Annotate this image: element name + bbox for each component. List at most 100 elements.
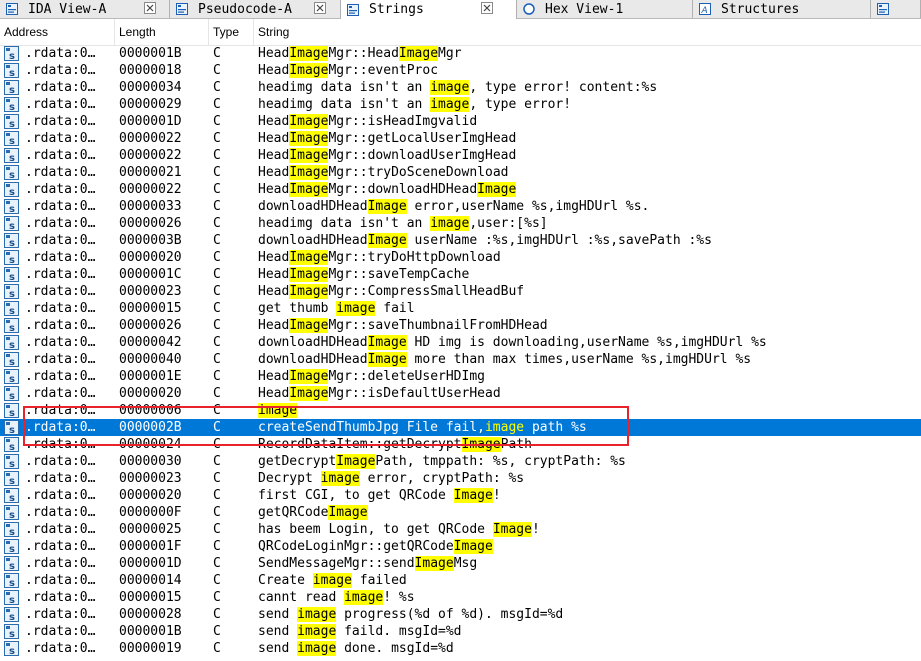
table-row[interactable]: s .rdata:0… 00000023 C Decrypt image error, …: [0, 470, 921, 487]
column-header-type[interactable]: Type: [209, 19, 254, 45]
string-cell: RecordDataItem::getDecryptImagePath: [258, 437, 532, 452]
address-cell: .rdata:0…: [25, 301, 96, 316]
table-row[interactable]: s .rdata:0… 0000000F CgetQRCodeImage: [0, 504, 921, 521]
svg-text:s: s: [9, 238, 15, 248]
close-icon[interactable]: [481, 2, 493, 14]
table-row[interactable]: s .rdata:0… 00000040 CdownloadHDHeadImage m…: [0, 351, 921, 368]
tab-pseudocode-a[interactable]: Pseudocode-A: [170, 0, 341, 18]
search-match-highlight: Image: [367, 233, 407, 248]
tab-structures[interactable]: A Structures: [693, 0, 871, 18]
table-row[interactable]: s .rdata:0… 00000022 C HeadImageMgr::downloa…: [0, 147, 921, 164]
table-row[interactable]: s .rdata:0… 00000033 CdownloadHDHeadImage e…: [0, 198, 921, 215]
table-row[interactable]: s .rdata:0… 00000024 C RecordDataItem::getDe…: [0, 436, 921, 453]
type-cell: C: [213, 556, 221, 571]
string-cell: createSendThumbJpg File fail,image path …: [258, 420, 587, 435]
svg-text:s: s: [9, 153, 15, 163]
string-item-icon: s: [4, 318, 19, 334]
string-cell: HeadImageMgr::isDefaultUserHead: [258, 386, 501, 401]
type-cell: C: [213, 573, 221, 588]
address-cell: .rdata:0…: [25, 267, 96, 282]
table-row[interactable]: s .rdata:0… 00000018 C HeadImageMgr::eventPr…: [0, 62, 921, 79]
type-cell: C: [213, 318, 221, 333]
string-cell: getQRCodeImage: [258, 505, 368, 520]
string-item-icon: s: [4, 386, 19, 402]
table-row[interactable]: s .rdata:0… 00000020 C HeadImageMgr::isDefau…: [0, 385, 921, 402]
table-row[interactable]: s .rdata:0… 00000022 C HeadImageMgr::downloa…: [0, 181, 921, 198]
type-cell: C: [213, 522, 221, 537]
type-cell: C: [213, 539, 221, 554]
table-row[interactable]: s .rdata:0… 00000028 Csend image progress(%…: [0, 606, 921, 623]
table-row[interactable]: s .rdata:0… 00000030 CgetDecryptImagePath, …: [0, 453, 921, 470]
svg-text:s: s: [9, 646, 15, 656]
string-cell: get thumb image fail: [258, 301, 415, 316]
svg-text:s: s: [9, 527, 15, 537]
structures-icon: A: [699, 3, 711, 15]
table-row[interactable]: s .rdata:0… 00000022 C HeadImageMgr::getLoca…: [0, 130, 921, 147]
close-icon[interactable]: [144, 2, 156, 14]
table-row[interactable]: s .rdata:0… 00000020 C HeadImageMgr::tryDoHt…: [0, 249, 921, 266]
length-cell: 0000003B: [119, 233, 182, 248]
table-row[interactable]: s .rdata:0… 00000029 Cheadimg data isn't an…: [0, 96, 921, 113]
close-icon[interactable]: [314, 2, 326, 14]
string-item-icon: s: [4, 590, 19, 606]
table-row[interactable]: s .rdata:0… 00000019 Csend image done. msgI…: [0, 640, 921, 657]
string-item-icon: s: [4, 80, 19, 96]
svg-text:s: s: [9, 340, 15, 350]
table-row[interactable]: s .rdata:0… 0000003B CdownloadHDHeadImage u…: [0, 232, 921, 249]
table-row[interactable]: s .rdata:0… 00000015 Cget thumb image fail: [0, 300, 921, 317]
string-item-icon: s: [4, 46, 19, 62]
length-cell: 00000020: [119, 250, 182, 265]
type-cell: C: [213, 250, 221, 265]
string-cell: send image progress(%d of %d). msgId=%d: [258, 607, 564, 622]
string-item-icon: s: [4, 573, 19, 589]
length-cell: 00000021: [119, 165, 182, 180]
string-item-icon: s: [4, 301, 19, 317]
string-cell: headimg data isn't an image, type error!: [258, 97, 572, 112]
table-row[interactable]: s .rdata:0… 00000026 C HeadImageMgr::saveThu…: [0, 317, 921, 334]
table-row[interactable]: s .rdata:0… 00000026 Cheadimg data isn't an…: [0, 215, 921, 232]
table-row[interactable]: s .rdata:0… 0000001D C HeadImageMgr::isHeadI…: [0, 113, 921, 130]
tab-label: Strings: [369, 2, 424, 17]
string-item-icon: s: [4, 471, 19, 487]
string-item-icon: s: [4, 556, 19, 572]
search-match-highlight: Image: [328, 505, 368, 520]
column-header-address[interactable]: Address: [0, 19, 115, 45]
search-match-highlight: image: [258, 403, 298, 418]
string-item-icon: s: [4, 420, 19, 436]
address-cell: .rdata:0…: [25, 403, 96, 418]
table-row[interactable]: s .rdata:0… 00000015 Ccannt read image! %s: [0, 589, 921, 606]
table-row[interactable]: s .rdata:0… 0000001B Csend image faild. msg…: [0, 623, 921, 640]
type-cell: C: [213, 165, 221, 180]
table-row[interactable]: s .rdata:0… 0000001E C HeadImageMgr::deleteU…: [0, 368, 921, 385]
svg-text:s: s: [9, 170, 15, 180]
address-cell: .rdata:0…: [25, 250, 96, 265]
tab-overflow[interactable]: [871, 0, 921, 18]
table-row[interactable]: s .rdata:0… 00000023 C HeadImageMgr::Compres…: [0, 283, 921, 300]
address-cell: .rdata:0…: [25, 471, 96, 486]
table-row[interactable]: s .rdata:0… 0000002B CcreateSendThumbJpg Fi…: [0, 419, 921, 436]
table-row[interactable]: s .rdata:0… 00000025 Chas beem Login, to ge…: [0, 521, 921, 538]
tab-ida-view-a[interactable]: IDA View-A: [0, 0, 170, 18]
strings-list: s .rdata:0… 0000001B C HeadImageMgr::HeadIma…: [0, 45, 921, 657]
string-cell: send image done. msgId=%d: [258, 641, 454, 656]
table-row[interactable]: s .rdata:0… 0000001F C QRCodeLoginMgr::getQR…: [0, 538, 921, 555]
column-header-length[interactable]: Length: [115, 19, 209, 45]
tab-strings[interactable]: Strings: [341, 0, 517, 19]
table-row[interactable]: s .rdata:0… 00000006 Cimage: [0, 402, 921, 419]
table-row[interactable]: s .rdata:0… 00000042 CdownloadHDHeadImage H…: [0, 334, 921, 351]
length-cell: 00000015: [119, 590, 182, 605]
table-row[interactable]: s .rdata:0… 00000014 C Create image failed: [0, 572, 921, 589]
column-header-string[interactable]: String: [254, 19, 921, 45]
table-row[interactable]: s .rdata:0… 00000020 Cfirst CGI, to get QRC…: [0, 487, 921, 504]
string-item-icon: s: [4, 165, 19, 181]
tab-hex-view-1[interactable]: Hex View-1: [517, 0, 693, 18]
table-row[interactable]: s .rdata:0… 0000001C C HeadImageMgr::saveTem…: [0, 266, 921, 283]
string-cell: HeadImageMgr::saveTempCache: [258, 267, 470, 282]
table-row[interactable]: s .rdata:0… 00000034 Cheadimg data isn't an…: [0, 79, 921, 96]
string-item-icon: s: [4, 97, 19, 113]
search-match-highlight: Image: [477, 182, 517, 197]
table-row[interactable]: s .rdata:0… 00000021 C HeadImageMgr::tryDoSc…: [0, 164, 921, 181]
string-item-icon: s: [4, 114, 19, 130]
table-row[interactable]: s .rdata:0… 0000001D C SendMessageMgr::sendI…: [0, 555, 921, 572]
table-row[interactable]: s .rdata:0… 0000001B C HeadImageMgr::HeadIma…: [0, 45, 921, 62]
